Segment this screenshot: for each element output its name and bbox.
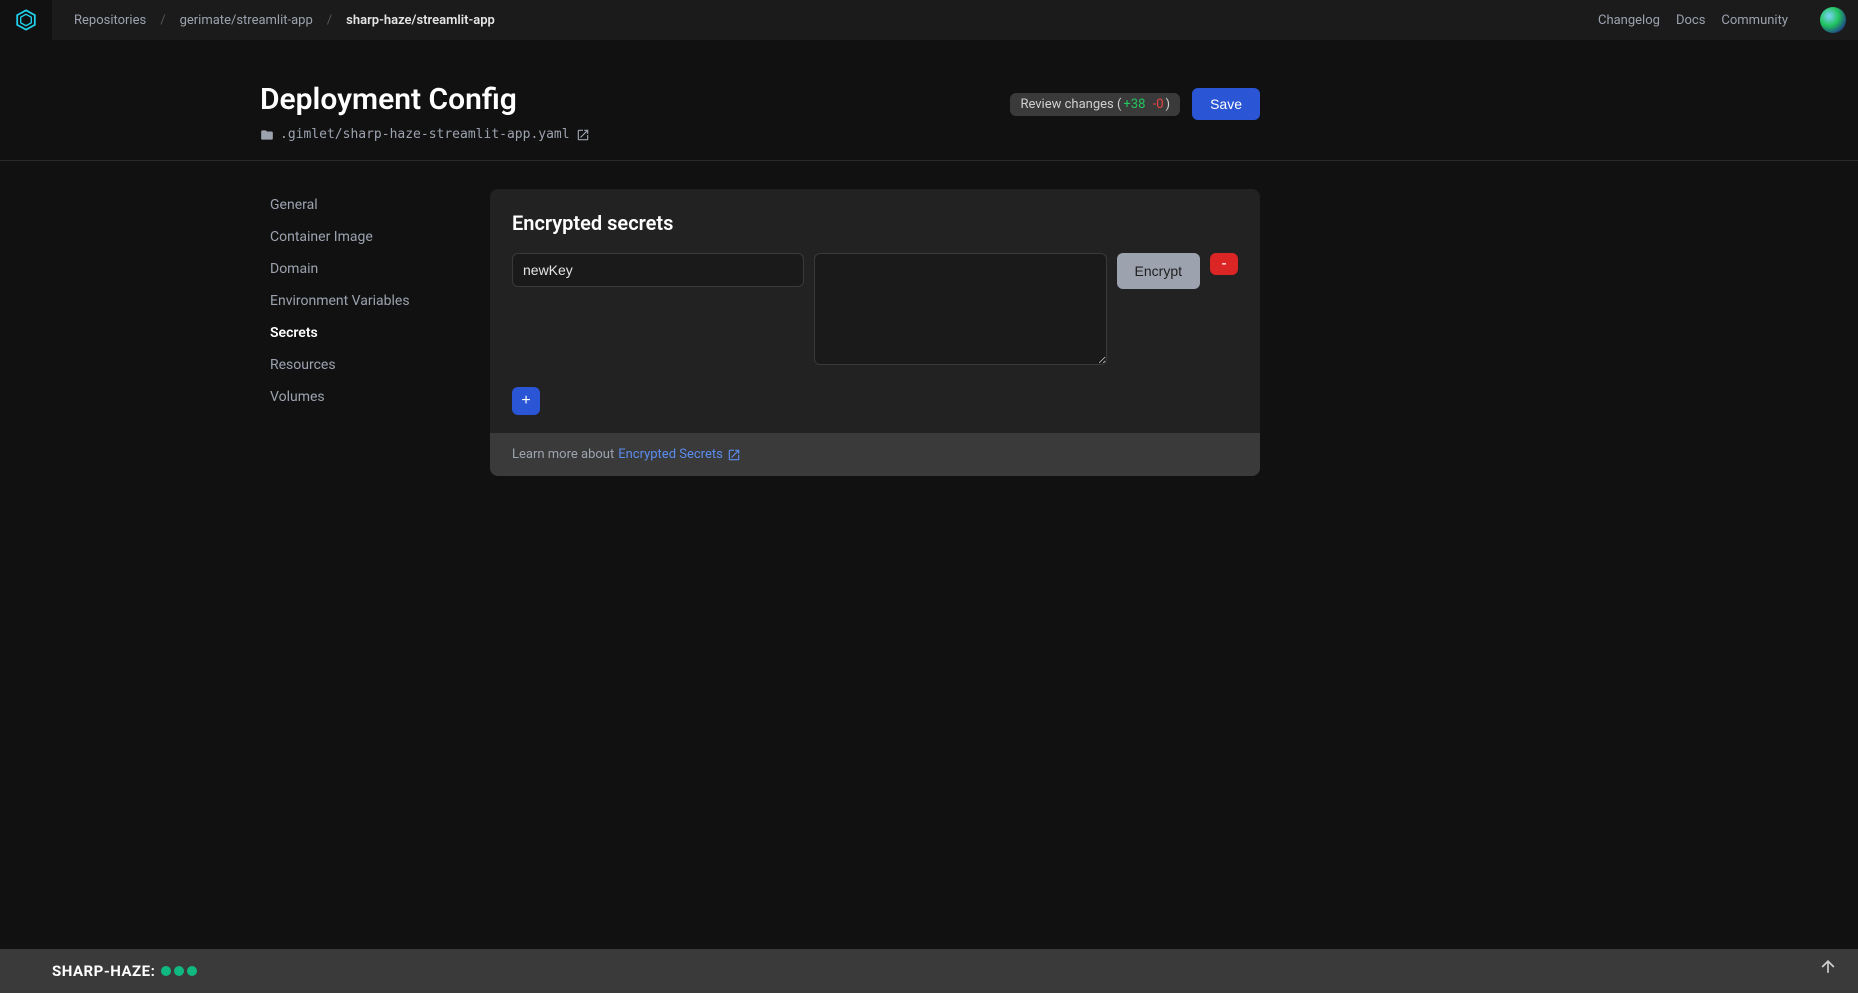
sidebar-item-env-vars[interactable]: Environment Variables [260, 285, 490, 317]
add-secret-button[interactable]: + [512, 387, 540, 415]
topbar: Repositories / gerimate/streamlit-app / … [0, 0, 1858, 40]
nav-community[interactable]: Community [1721, 13, 1788, 28]
secrets-card: Encrypted secrets Encrypt - + Learn more… [490, 189, 1260, 476]
page-title: Deployment Config [260, 82, 590, 117]
external-link-icon [576, 128, 590, 142]
config-file-path[interactable]: .gimlet/sharp-haze-streamlit-app.yaml [260, 127, 590, 142]
status-dot-icon [161, 966, 171, 976]
main-content: General Container Image Domain Environme… [0, 161, 1858, 476]
review-close-paren: ) [1166, 97, 1171, 112]
status-dot-icon [174, 966, 184, 976]
remove-secret-button[interactable]: - [1210, 253, 1238, 275]
nav-docs[interactable]: Docs [1676, 13, 1705, 28]
config-file-name: .gimlet/sharp-haze-streamlit-app.yaml [280, 127, 570, 142]
breadcrumb-repo[interactable]: gerimate/streamlit-app [180, 13, 313, 28]
sidebar-item-resources[interactable]: Resources [260, 349, 490, 381]
secrets-card-title: Encrypted secrets [512, 211, 1238, 235]
environment-label[interactable]: SHARP-HAZE: [52, 962, 155, 980]
breadcrumb-separator: / [160, 13, 165, 28]
settings-sidebar: General Container Image Domain Environme… [260, 189, 490, 476]
logo[interactable] [0, 0, 52, 40]
footer-prefix-text: Learn more about [512, 447, 614, 462]
page-header: Deployment Config .gimlet/sharp-haze-str… [0, 40, 1858, 161]
status-bar: SHARP-HAZE: [0, 949, 1858, 993]
secret-value-textarea[interactable] [814, 253, 1106, 365]
sidebar-item-container-image[interactable]: Container Image [260, 221, 490, 253]
external-link-icon [727, 448, 741, 462]
status-dot-icon [187, 966, 197, 976]
review-changes-label: Review changes ( [1020, 97, 1121, 112]
encrypt-button[interactable]: Encrypt [1117, 253, 1200, 289]
breadcrumb-repositories[interactable]: Repositories [74, 13, 146, 28]
sidebar-item-domain[interactable]: Domain [260, 253, 490, 285]
sidebar-item-volumes[interactable]: Volumes [260, 381, 490, 413]
top-nav-links: Changelog Docs Community [1598, 7, 1846, 33]
breadcrumb: Repositories / gerimate/streamlit-app / … [74, 13, 495, 28]
nav-changelog[interactable]: Changelog [1598, 13, 1660, 28]
save-button[interactable]: Save [1192, 88, 1260, 120]
secret-row: Encrypt - [512, 253, 1238, 365]
review-removed-count: -0 [1153, 97, 1164, 112]
breadcrumb-separator: / [327, 13, 332, 28]
breadcrumb-current[interactable]: sharp-haze/streamlit-app [346, 13, 495, 28]
sidebar-item-secrets[interactable]: Secrets [260, 317, 490, 349]
avatar[interactable] [1820, 7, 1846, 33]
arrow-up-icon [1818, 957, 1838, 977]
status-dots [161, 966, 197, 976]
scroll-to-top-button[interactable] [1818, 957, 1838, 977]
encrypted-secrets-doc-link[interactable]: Encrypted Secrets [618, 447, 741, 462]
secrets-card-footer: Learn more about Encrypted Secrets [490, 433, 1260, 476]
review-added-count: +38 [1123, 97, 1145, 112]
sidebar-item-general[interactable]: General [260, 189, 490, 221]
secret-key-input[interactable] [512, 253, 804, 287]
hex-logo-icon [15, 9, 37, 31]
review-changes-pill[interactable]: Review changes ( +38 -0 ) [1010, 93, 1180, 116]
folder-icon [260, 128, 274, 142]
